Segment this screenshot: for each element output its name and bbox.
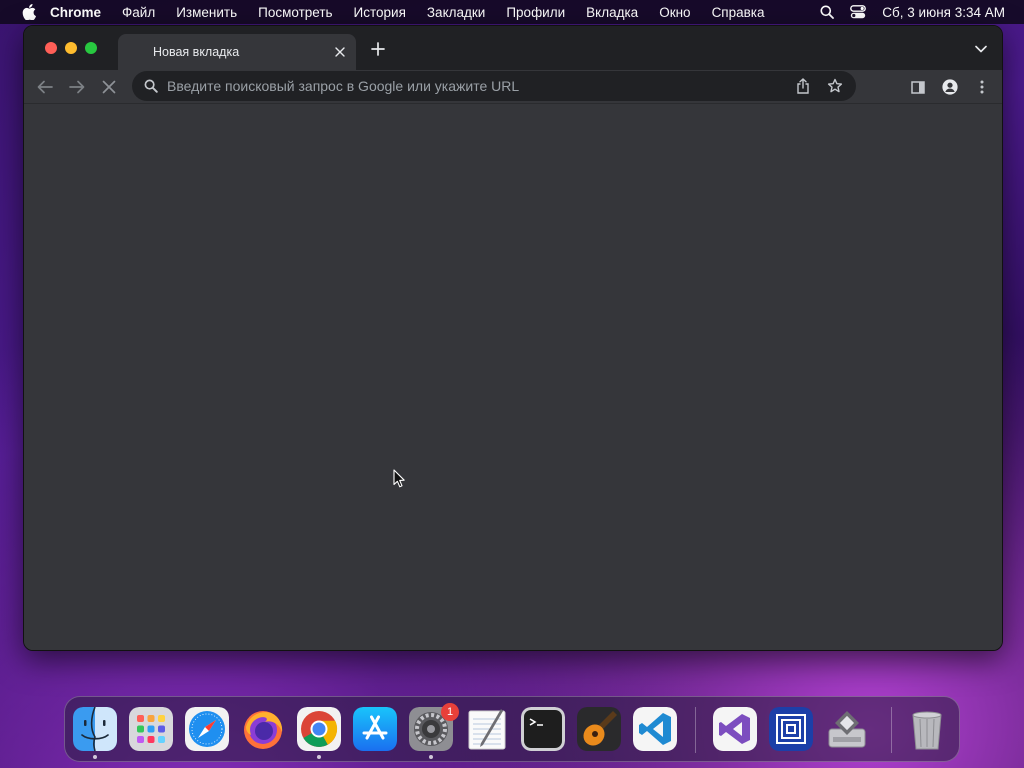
side-panel-icon[interactable] <box>908 77 928 97</box>
address-bar-placeholder: Введите поисковый запрос в Google или ук… <box>167 78 520 94</box>
menu-help[interactable]: Справка <box>712 5 765 20</box>
menu-bar: Chrome Файл Изменить Посмотреть История … <box>0 0 1024 24</box>
menu-view[interactable]: Посмотреть <box>258 5 332 20</box>
apple-menu-icon[interactable] <box>18 4 40 20</box>
menu-window[interactable]: Окно <box>659 5 690 20</box>
address-bar[interactable]: Введите поисковый запрос в Google или ук… <box>132 71 856 101</box>
launchpad-icon[interactable] <box>129 707 173 751</box>
trash-icon[interactable] <box>905 707 949 751</box>
browser-toolbar: Введите поисковый запрос в Google или ук… <box>24 70 1002 104</box>
bookmark-star-icon[interactable] <box>826 77 844 95</box>
menu-clock[interactable]: Сб, 3 июня 3:34 AM <box>882 5 1005 20</box>
chrome-window: Новая вкладка Введите поисковый запрос в… <box>23 25 1003 651</box>
menu-history[interactable]: История <box>354 5 406 20</box>
back-arrow-icon[interactable] <box>35 77 55 97</box>
finder-icon[interactable] <box>73 707 117 751</box>
mouse-cursor-icon <box>393 469 405 488</box>
more-menu-icon[interactable] <box>972 77 992 97</box>
zoom-window-button[interactable] <box>85 42 97 54</box>
page-content[interactable] <box>24 105 1002 650</box>
menu-file[interactable]: Файл <box>122 5 155 20</box>
boot-camp-assistant-icon[interactable] <box>825 707 869 751</box>
new-tab-plus-icon[interactable] <box>370 41 386 57</box>
control-center-icon[interactable] <box>850 5 867 19</box>
tab-search-chevron-icon[interactable] <box>974 43 988 55</box>
menu-bookmarks[interactable]: Закладки <box>427 5 485 20</box>
tab-title: Новая вкладка <box>153 45 240 59</box>
menu-app-name[interactable]: Chrome <box>50 5 101 20</box>
app-store-icon[interactable] <box>353 707 397 751</box>
garageband-guitar-icon[interactable] <box>577 707 621 751</box>
system-preferences-notification-badge: 1 <box>441 703 459 721</box>
system-preferences-app[interactable]: 1 <box>409 703 459 751</box>
visual-studio-icon[interactable] <box>713 707 757 751</box>
menu-tab[interactable]: Вкладка <box>586 5 638 20</box>
forward-arrow-icon[interactable] <box>67 77 87 97</box>
tab-new-tab[interactable]: Новая вкладка <box>118 34 356 70</box>
textedit-icon[interactable] <box>465 707 509 751</box>
tab-strip: Новая вкладка <box>24 26 1002 70</box>
parallels-icon[interactable] <box>769 707 813 751</box>
profile-avatar-icon[interactable] <box>940 77 960 97</box>
safari-icon[interactable] <box>185 707 229 751</box>
terminal-icon[interactable] <box>521 707 565 751</box>
chrome-running-indicator <box>317 755 321 759</box>
share-icon[interactable] <box>794 77 812 95</box>
finder-running-indicator <box>93 755 97 759</box>
dock-separator <box>695 707 696 753</box>
close-window-button[interactable] <box>45 42 57 54</box>
menu-profiles[interactable]: Профили <box>506 5 565 20</box>
menu-edit[interactable]: Изменить <box>176 5 237 20</box>
system-preferences-running-indicator <box>429 755 433 759</box>
tab-close-icon[interactable] <box>332 44 348 60</box>
stop-loading-icon[interactable] <box>99 77 119 97</box>
visual-studio-code-icon[interactable] <box>633 707 677 751</box>
dock: 1 <box>64 696 960 762</box>
search-icon <box>144 79 158 93</box>
dock-separator-trash <box>891 707 892 753</box>
spotlight-search-icon[interactable] <box>820 5 835 19</box>
minimize-window-button[interactable] <box>65 42 77 54</box>
firefox-icon[interactable] <box>241 707 285 751</box>
google-chrome-icon[interactable] <box>297 707 341 751</box>
